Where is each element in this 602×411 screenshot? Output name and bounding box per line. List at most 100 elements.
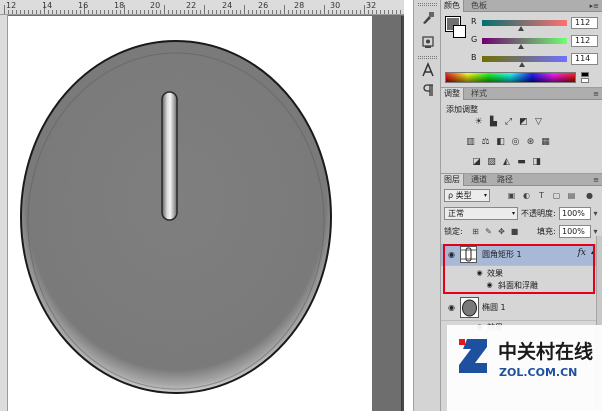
filter-adjustment-icon[interactable]: ◐ bbox=[522, 191, 531, 200]
bevel-visibility-eye-icon[interactable]: ◉ bbox=[485, 281, 494, 290]
layer-thumbnail bbox=[460, 297, 479, 318]
ruler-tick bbox=[372, 10, 373, 14]
lock-label: 锁定: bbox=[444, 227, 463, 236]
channel-b-thumb[interactable] bbox=[519, 62, 525, 67]
color-lookup-icon[interactable]: ▦ bbox=[540, 137, 551, 148]
effects-visibility-eye-icon[interactable]: ◉ bbox=[475, 269, 484, 278]
tab-swatches[interactable]: 色板 bbox=[468, 0, 490, 12]
tab-color[interactable]: 颜色 bbox=[441, 0, 464, 12]
layer-effects-fx-icon[interactable]: fx bbox=[578, 248, 586, 258]
layer-row-rounded-rectangle[interactable]: ◉ 圆角矩形 1 fx ▴ bbox=[441, 244, 596, 266]
tab-adjustments[interactable]: 调整 bbox=[441, 88, 464, 100]
tab-paths[interactable]: 路径 bbox=[494, 174, 516, 186]
tab-layers[interactable]: 图层 bbox=[441, 174, 464, 186]
lock-transparent-icon[interactable]: ⊞ bbox=[471, 227, 480, 236]
layer-name[interactable]: 椭圆 1 bbox=[482, 302, 506, 313]
brightness-icon[interactable]: ☀ bbox=[473, 117, 484, 128]
chevron-down-icon[interactable]: ▾ bbox=[591, 227, 600, 236]
levels-icon[interactable]: ▙ bbox=[488, 117, 499, 128]
chevron-up-icon[interactable]: ▴ bbox=[591, 249, 594, 256]
layer-effect-bevel-emboss[interactable]: ◉ 斜面和浮雕 bbox=[441, 280, 596, 291]
layer-filter-select[interactable]: ρ 类型 ▾ bbox=[444, 189, 490, 202]
channel-b-value[interactable]: 114 bbox=[571, 53, 598, 65]
ruler-tick bbox=[284, 5, 285, 14]
invert-icon[interactable]: ◪ bbox=[471, 157, 482, 168]
ruler-tick bbox=[188, 10, 189, 14]
ruler-tick bbox=[244, 5, 245, 14]
ruler-tick bbox=[216, 10, 217, 14]
channel-r-value[interactable]: 112 bbox=[571, 17, 598, 29]
ruler-tick bbox=[32, 10, 33, 14]
chevron-down-icon: ▾ bbox=[511, 210, 515, 217]
black-swatch[interactable] bbox=[581, 72, 589, 77]
watermark-cn-text: 中关村在线 bbox=[498, 341, 594, 363]
canvas-vertical-scrollbar[interactable] bbox=[401, 16, 404, 411]
layer-row-ellipse[interactable]: ◉ 椭圆 1 bbox=[441, 295, 596, 321]
ruler-tick bbox=[128, 10, 129, 14]
filter-pixel-icon[interactable]: ▣ bbox=[507, 191, 516, 200]
photo-filter-icon[interactable]: ◎ bbox=[510, 137, 521, 148]
channel-r-slider[interactable] bbox=[482, 20, 567, 26]
tab-channels[interactable]: 通道 bbox=[468, 174, 490, 186]
threshold-icon[interactable]: ◭ bbox=[501, 157, 512, 168]
lock-position-icon[interactable]: ✥ bbox=[497, 227, 506, 236]
lock-image-icon[interactable]: ✎ bbox=[484, 227, 493, 236]
blend-mode-select[interactable]: 正常 ▾ bbox=[444, 207, 518, 220]
panel-menu-icon[interactable]: ≡ bbox=[593, 90, 599, 98]
panel-menu-icon[interactable]: ▸≡ bbox=[590, 2, 599, 10]
ruler-tick bbox=[4, 5, 5, 14]
channel-g-value[interactable]: 112 bbox=[571, 35, 598, 47]
vibrance-icon[interactable]: ▽ bbox=[533, 117, 544, 128]
posterize-icon[interactable]: ▨ bbox=[486, 157, 497, 168]
filter-shape-icon[interactable]: ▢ bbox=[552, 191, 561, 200]
hue-saturation-icon[interactable]: ▥ bbox=[465, 137, 476, 148]
white-swatch[interactable] bbox=[581, 78, 589, 83]
brush-preset-icon[interactable] bbox=[418, 10, 437, 28]
color-balance-icon[interactable]: ⚖ bbox=[480, 137, 491, 148]
document-canvas[interactable] bbox=[8, 16, 372, 411]
channel-r-thumb[interactable] bbox=[518, 26, 524, 31]
layer-name[interactable]: 圆角矩形 1 bbox=[482, 249, 522, 260]
zol-watermark: 中关村在线 ZOL.COM.CN bbox=[447, 325, 602, 411]
tab-styles[interactable]: 样式 bbox=[468, 88, 490, 100]
ruler-tick bbox=[344, 10, 345, 14]
clone-source-icon[interactable] bbox=[418, 34, 437, 52]
background-color-swatch[interactable] bbox=[453, 25, 466, 38]
ruler-tick bbox=[296, 10, 297, 14]
exposure-icon[interactable]: ◩ bbox=[518, 117, 529, 128]
black-white-icon[interactable]: ◧ bbox=[495, 137, 506, 148]
character-icon[interactable] bbox=[418, 62, 437, 80]
layer-filter-row: ρ 类型 ▾ ▣ ◐ T ▢ ▤ ● bbox=[444, 189, 599, 202]
document-canvas-area[interactable]: 12 14 16 18 20 22 24 26 28 30 32 bbox=[0, 0, 404, 411]
ruler-tick bbox=[16, 10, 17, 14]
paragraph-icon[interactable] bbox=[418, 82, 437, 100]
channel-r-row: R 112 bbox=[471, 17, 601, 31]
visibility-eye-icon[interactable]: ◉ bbox=[447, 303, 456, 312]
filter-toggle-icon[interactable]: ● bbox=[585, 191, 594, 200]
channel-mixer-icon[interactable]: ⊛ bbox=[525, 137, 536, 148]
opacity-value: 100% bbox=[562, 209, 585, 218]
ruler-tick bbox=[324, 5, 325, 14]
gradient-map-icon[interactable]: ▬ bbox=[516, 157, 527, 168]
adjustments-panel: 调整 样式 ≡ 添加调整 ☀ ▙ ⤢ ◩ ▽ ▥ ⚖ ◧ ◎ ⊛ ▦ ◪ ▨ ◭ ▬ ◨ bbox=[441, 88, 602, 174]
filter-smart-object-icon[interactable]: ▤ bbox=[567, 191, 576, 200]
ruler-tick bbox=[348, 10, 349, 14]
visibility-eye-icon[interactable]: ◉ bbox=[447, 250, 456, 259]
color-spectrum-bar[interactable] bbox=[445, 72, 576, 83]
curves-icon[interactable]: ⤢ bbox=[503, 117, 514, 128]
ruler-tick bbox=[88, 10, 89, 14]
ruler-tick bbox=[204, 5, 205, 14]
ruler-tick bbox=[232, 10, 233, 14]
selective-color-icon[interactable]: ◨ bbox=[531, 157, 542, 168]
filter-type-icon[interactable]: T bbox=[537, 191, 546, 200]
channel-g-slider[interactable] bbox=[482, 38, 567, 44]
lock-all-icon[interactable]: ■ bbox=[510, 227, 519, 236]
ruler-tick bbox=[48, 10, 49, 14]
chevron-down-icon[interactable]: ▾ bbox=[591, 209, 600, 218]
panel-menu-icon[interactable]: ≡ bbox=[593, 176, 599, 184]
ruler-tick bbox=[68, 10, 69, 14]
strip-grip[interactable] bbox=[418, 3, 437, 6]
ruler-tick bbox=[360, 10, 361, 14]
ruler-tick bbox=[316, 10, 317, 14]
channel-g-thumb[interactable] bbox=[518, 44, 524, 49]
